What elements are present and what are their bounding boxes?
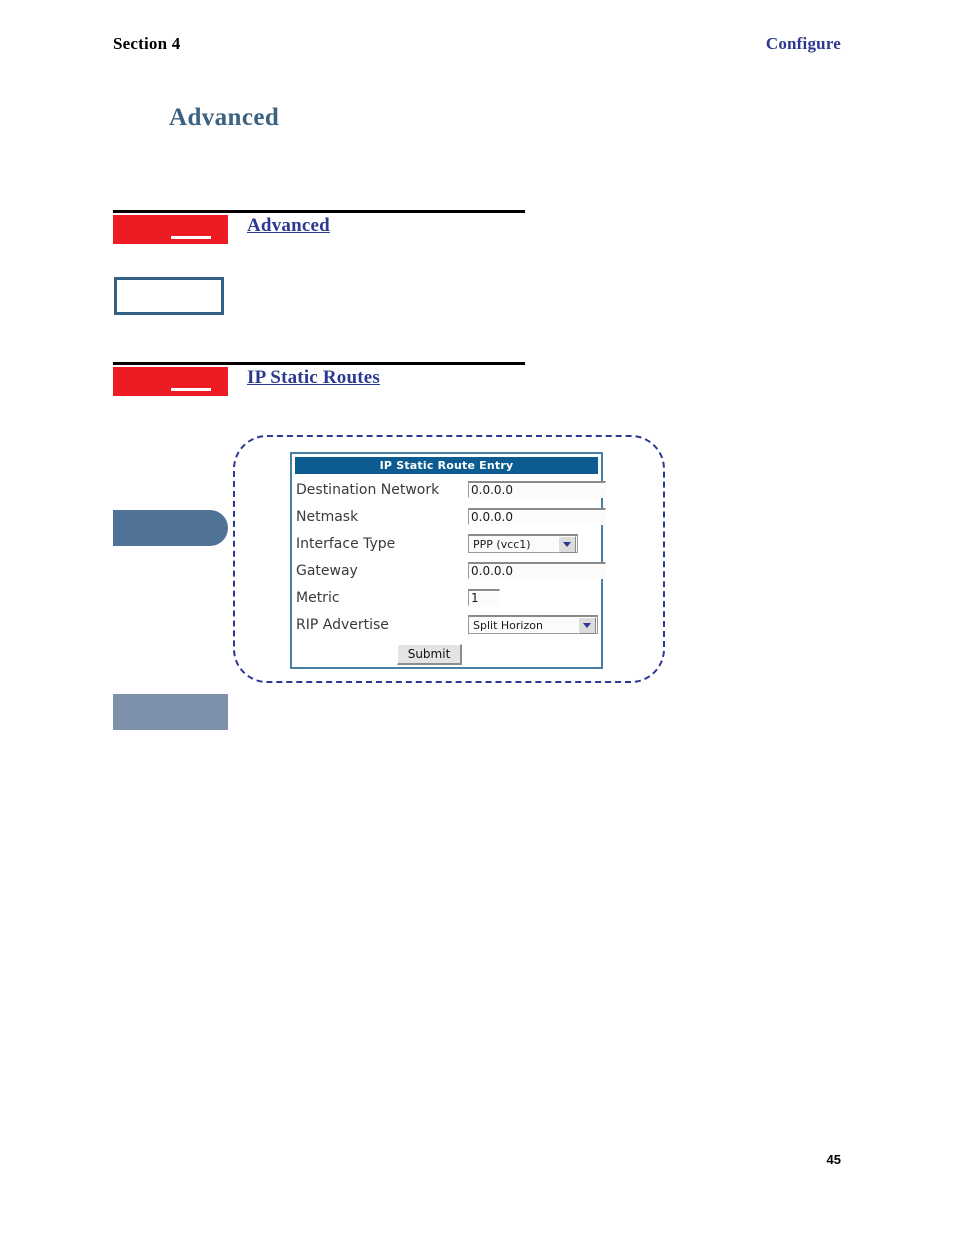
form-row-destination-network: Destination Network bbox=[296, 476, 606, 503]
gateway-input[interactable] bbox=[468, 562, 606, 579]
form-row-netmask: Netmask bbox=[296, 503, 606, 530]
form-row-gateway: Gateway bbox=[296, 557, 606, 584]
netmask-input[interactable] bbox=[468, 508, 606, 525]
label-destination-network: Destination Network bbox=[296, 481, 440, 498]
chevron-down-icon[interactable] bbox=[558, 535, 576, 553]
section-chip-line bbox=[171, 236, 211, 239]
destination-network-input[interactable] bbox=[468, 481, 606, 498]
section-title-ip-static-routes[interactable]: IP Static Routes bbox=[247, 367, 380, 389]
page-title: Advanced bbox=[169, 104, 280, 131]
form-row-interface-type: Interface Type PPP (vcc1) bbox=[296, 530, 597, 557]
submit-row: Submit bbox=[296, 638, 597, 665]
control-rip-advertise: Split Horizon bbox=[468, 615, 598, 634]
label-gateway: Gateway bbox=[296, 562, 358, 579]
form-row-rip-advertise: RIP Advertise Split Horizon bbox=[296, 611, 598, 638]
ip-static-route-entry-panel: IP Static Route Entry Destination Networ… bbox=[290, 452, 606, 669]
form-rows: Destination Network Netmask Interface Ty… bbox=[292, 474, 606, 665]
submit-button[interactable]: Submit bbox=[396, 644, 463, 665]
panel-title: IP Static Route Entry bbox=[295, 457, 598, 474]
control-destination-network bbox=[468, 481, 606, 498]
section-rule bbox=[113, 210, 525, 213]
label-netmask: Netmask bbox=[296, 508, 359, 525]
label-interface-type: Interface Type bbox=[296, 535, 396, 552]
control-gateway bbox=[468, 562, 606, 579]
rip-advertise-select[interactable]: Split Horizon bbox=[468, 615, 598, 634]
section-heading-advanced: Advanced bbox=[113, 210, 525, 256]
section-rule bbox=[113, 362, 525, 365]
form-row-metric: Metric bbox=[296, 584, 597, 611]
header-section-label: Section 4 bbox=[113, 34, 181, 53]
control-netmask bbox=[468, 508, 606, 525]
label-metric: Metric bbox=[296, 589, 340, 606]
metric-input[interactable] bbox=[468, 589, 500, 606]
margin-callout-rect bbox=[113, 694, 228, 730]
interface-type-selected-value: PPP (vcc1) bbox=[473, 537, 531, 551]
rip-advertise-selected-value: Split Horizon bbox=[473, 618, 543, 632]
section-chip bbox=[113, 215, 228, 244]
section-chip-line bbox=[171, 388, 211, 391]
label-rip-advertise: RIP Advertise bbox=[296, 616, 389, 633]
page-running-header: Section 4 Configure bbox=[113, 34, 841, 60]
section-title-advanced[interactable]: Advanced bbox=[247, 215, 330, 237]
page-number: 45 bbox=[826, 1152, 841, 1167]
section-chip bbox=[113, 367, 228, 396]
header-chapter-label: Configure bbox=[765, 34, 841, 53]
empty-outline-box bbox=[114, 277, 224, 315]
margin-callout-pill bbox=[113, 510, 228, 546]
chevron-down-icon[interactable] bbox=[578, 616, 596, 634]
control-interface-type: PPP (vcc1) bbox=[468, 534, 597, 553]
interface-type-select[interactable]: PPP (vcc1) bbox=[468, 534, 578, 553]
control-metric bbox=[468, 589, 597, 606]
section-heading-ip-static-routes: IP Static Routes bbox=[113, 362, 525, 408]
